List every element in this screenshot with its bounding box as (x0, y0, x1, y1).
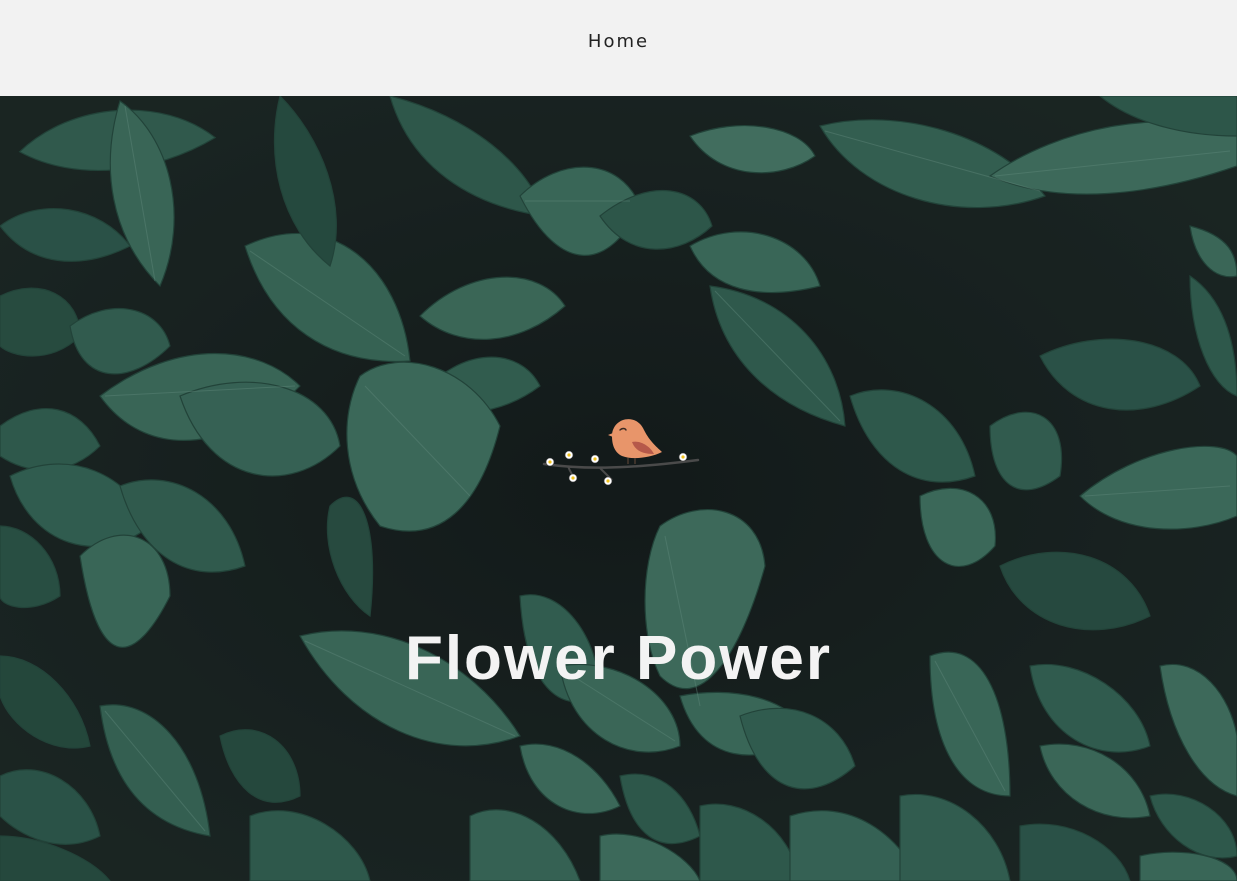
hero-title: Flower Power (404, 624, 833, 693)
page: Home Flower Power (0, 0, 1237, 881)
hero-section: Flower Power (0, 96, 1237, 881)
bird-on-branch-icon (542, 419, 700, 486)
nav-home-link[interactable]: Home (0, 31, 1237, 53)
top-nav: Home (0, 0, 1237, 96)
